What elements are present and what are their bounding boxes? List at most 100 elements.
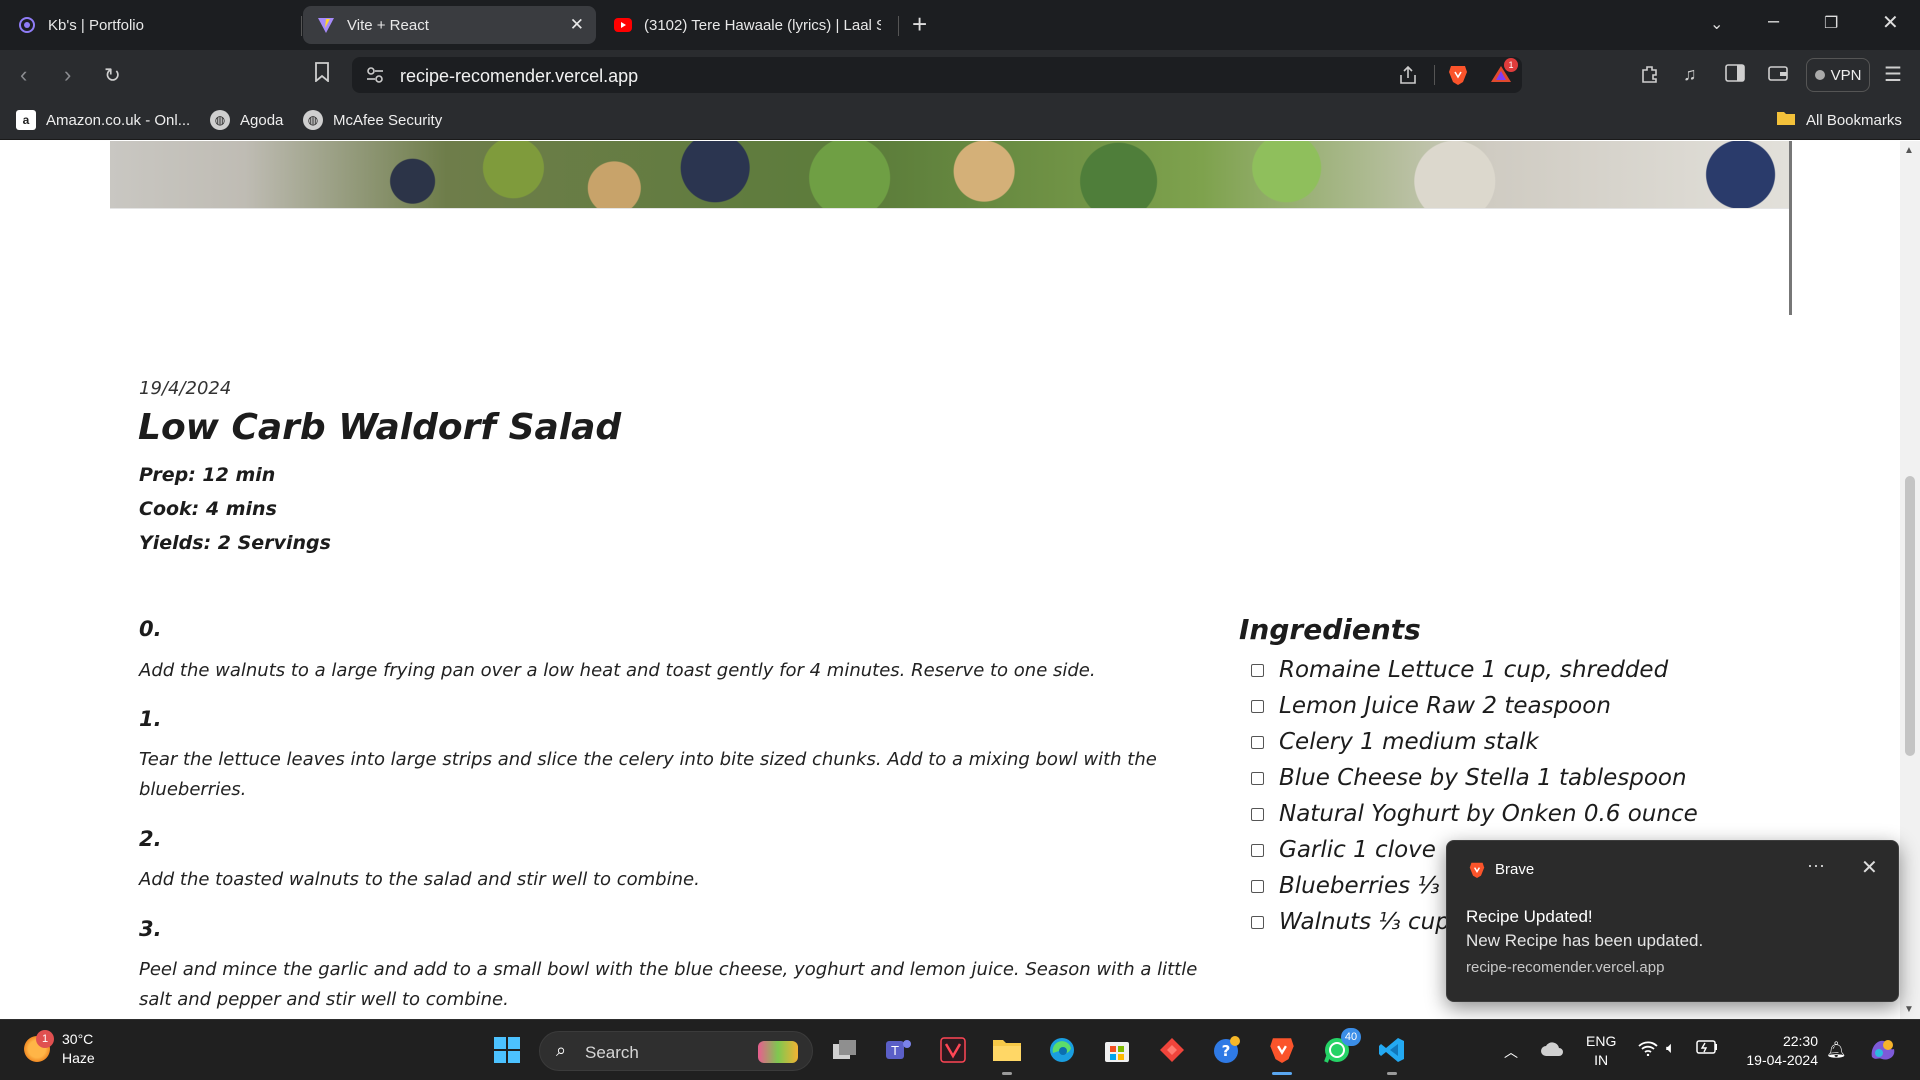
tab-youtube[interactable]: (3102) Tere Hawaale (lyrics) | Laal Sin <box>600 6 895 44</box>
weather-widget[interactable]: 1 30°C Haze <box>22 1030 95 1068</box>
edge-icon[interactable] <box>1046 1034 1078 1066</box>
weather-badge: 1 <box>36 1030 54 1048</box>
ingredient-item[interactable]: Natural Yoghurt by Onken 0.6 ounce <box>1251 796 1698 832</box>
notifications-bell-icon[interactable]: 🔔︎ <box>1826 1040 1846 1060</box>
extensions-icon[interactable] <box>1640 64 1660 89</box>
ingredient-checkbox[interactable] <box>1251 879 1264 893</box>
site-settings-icon[interactable] <box>366 66 384 89</box>
weather-temp: 30°C <box>62 1031 94 1047</box>
tab-vite-react[interactable]: Vite + React ✕ <box>303 6 596 44</box>
ingredients-heading: Ingredients <box>1239 613 1421 646</box>
onedrive-icon[interactable] <box>1540 1040 1564 1063</box>
folder-icon <box>1776 110 1796 130</box>
wallet-icon[interactable] <box>1768 64 1788 87</box>
ingredient-checkbox[interactable] <box>1251 663 1264 677</box>
bookmark-icon[interactable] <box>314 62 330 87</box>
show-hidden-icons-chevron[interactable]: ︿ <box>1504 1042 1518 1062</box>
ingredient-checkbox[interactable] <box>1251 771 1264 785</box>
back-icon[interactable]: ‹ <box>20 62 27 88</box>
globe-icon: ◍ <box>303 110 323 130</box>
lang-top: ENG <box>1586 1033 1617 1049</box>
reload-icon[interactable]: ↻ <box>104 63 121 88</box>
step-text: Add the toasted walnuts to the salad and… <box>139 869 700 890</box>
url-text: recipe-recomender.vercel.app <box>400 66 639 86</box>
vpn-button[interactable]: VPN <box>1806 58 1870 92</box>
copilot-icon[interactable] <box>1868 1035 1898 1068</box>
yields: Yields: 2 Servings <box>139 532 331 554</box>
menu-icon[interactable]: ☰ <box>1884 62 1902 87</box>
running-indicator <box>1387 1072 1397 1075</box>
bookmark-mcafee[interactable]: ◍ McAfee Security <box>303 108 442 132</box>
start-button[interactable] <box>491 1034 523 1066</box>
system-clock[interactable]: 22:30 19-04-2024 <box>1738 1032 1818 1070</box>
ingredient-item[interactable]: Lemon Juice Raw 2 teaspoon <box>1251 688 1698 724</box>
vpn-label: VPN <box>1830 66 1862 84</box>
battery-icon[interactable] <box>1696 1040 1718 1059</box>
notification-toast[interactable]: Brave ··· ✕ Recipe Updated! New Recipe h… <box>1446 840 1899 1002</box>
wifi-icon[interactable] <box>1638 1040 1658 1061</box>
bookmark-label: Amazon.co.uk - Onl... <box>46 111 191 129</box>
help-icon[interactable]: ? <box>1211 1034 1243 1066</box>
vscode-icon[interactable] <box>1376 1034 1408 1075</box>
recipe-date: 19/4/2024 <box>139 378 232 399</box>
restore-button[interactable]: ❐ <box>1824 13 1838 33</box>
page-scrollbar[interactable]: ▲ ▼ <box>1900 141 1920 1019</box>
scroll-down-icon[interactable]: ▼ <box>1904 1004 1914 1015</box>
ingredient-checkbox[interactable] <box>1251 735 1264 749</box>
anydesk-icon[interactable] <box>1156 1034 1188 1066</box>
scroll-thumb[interactable] <box>1905 476 1915 756</box>
address-bar[interactable]: recipe-recomender.vercel.app 1 <box>352 57 1522 93</box>
step-number: 1. <box>139 707 162 731</box>
tab-portfolio[interactable]: Kb's | Portfolio <box>4 6 300 44</box>
ingredient-label: Romaine Lettuce 1 cup, shredded <box>1279 657 1669 683</box>
volume-icon[interactable]: 🔈︎ <box>1666 1040 1676 1058</box>
bookmarks-bar: a Amazon.co.uk - Onl... ◍ Agoda ◍ McAfee… <box>0 100 1920 140</box>
clock-date: 19-04-2024 <box>1746 1052 1818 1068</box>
share-icon[interactable] <box>1398 65 1418 90</box>
minimize-button[interactable]: – <box>1768 10 1779 33</box>
whatsapp-icon[interactable]: 40 <box>1321 1028 1361 1066</box>
valorant-icon[interactable] <box>937 1034 969 1066</box>
bookmark-amazon[interactable]: a Amazon.co.uk - Onl... <box>16 108 190 132</box>
search-icon: ⌕ <box>556 1040 567 1060</box>
tab-label: Vite + React <box>347 16 429 34</box>
more-options-icon[interactable]: ··· <box>1807 855 1825 876</box>
tab-search-chevron-icon[interactable]: ⌄ <box>1710 14 1723 34</box>
microsoft-store-icon[interactable] <box>1101 1034 1133 1066</box>
active-indicator <box>1272 1072 1292 1075</box>
ingredient-checkbox[interactable] <box>1251 699 1264 713</box>
ingredient-item[interactable]: Celery 1 medium stalk <box>1251 724 1698 760</box>
all-bookmarks[interactable]: All Bookmarks <box>1776 108 1902 132</box>
brave-taskbar-icon[interactable] <box>1266 1034 1298 1075</box>
taskbar-search[interactable]: ⌕ Search <box>539 1031 813 1071</box>
file-explorer-icon[interactable] <box>991 1034 1023 1075</box>
task-view-icon[interactable] <box>829 1034 861 1066</box>
weather-desc: Haze <box>62 1050 95 1066</box>
ingredient-item[interactable]: Romaine Lettuce 1 cup, shredded <box>1251 652 1698 688</box>
teams-icon[interactable]: T <box>883 1034 915 1066</box>
lang-bottom: IN <box>1594 1052 1609 1068</box>
forward-icon[interactable]: › <box>64 62 71 88</box>
scroll-up-icon[interactable]: ▲ <box>1904 145 1914 156</box>
close-window-button[interactable]: ✕ <box>1882 10 1899 35</box>
ingredient-checkbox[interactable] <box>1251 915 1264 929</box>
card-border <box>1789 141 1792 315</box>
ingredient-checkbox[interactable] <box>1251 807 1264 821</box>
ingredient-checkbox[interactable] <box>1251 843 1264 857</box>
notification-source: recipe-recomender.vercel.app <box>1466 959 1665 976</box>
new-tab-button[interactable]: + <box>912 10 927 38</box>
step-number: 0. <box>139 617 162 641</box>
ingredient-item[interactable]: Blue Cheese by Stella 1 tablespoon <box>1251 760 1698 796</box>
sidebar-icon[interactable] <box>1725 64 1745 87</box>
step-number: 2. <box>139 827 162 851</box>
svg-text:?: ? <box>1222 1042 1231 1060</box>
close-tab-icon[interactable]: ✕ <box>570 15 584 35</box>
bookmark-agoda[interactable]: ◍ Agoda <box>210 108 283 132</box>
whatsapp-badge: 40 <box>1341 1028 1361 1046</box>
language-indicator[interactable]: ENG IN <box>1586 1032 1616 1070</box>
close-notification-icon[interactable]: ✕ <box>1861 855 1878 880</box>
ingredient-label: Walnuts ⅓ cup, <box>1279 909 1458 935</box>
brave-shields-icon[interactable] <box>1448 64 1468 91</box>
media-icon[interactable]: ♫ <box>1683 64 1697 85</box>
tab-label: Kb's | Portfolio <box>48 16 144 34</box>
